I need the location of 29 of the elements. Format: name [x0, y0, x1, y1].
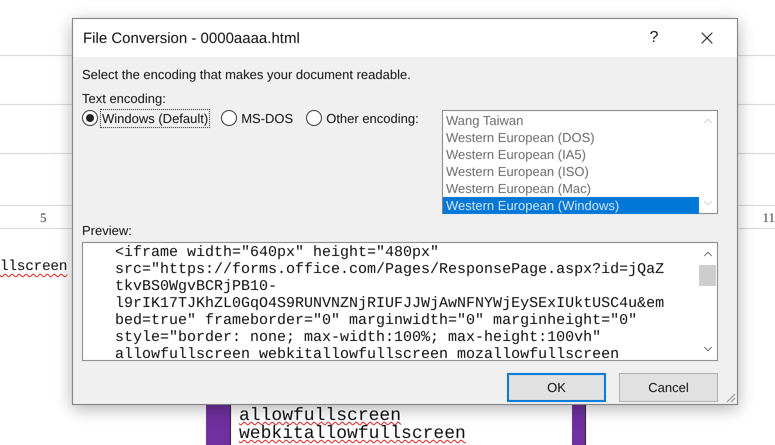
- document-text: webkitallowfullscreen: [239, 425, 466, 443]
- encoding-label: Text encoding:: [82, 90, 166, 108]
- table-cell: [572, 405, 586, 445]
- radio-button[interactable]: [82, 110, 98, 126]
- preview-line: l9rIK17TJKhZL0GqO4S9RUNVNZNjRIUFJJWjAwNFNYWjEySExIUktUSC4u&em: [115, 295, 666, 312]
- window-title: File Conversion - 0000aaaa.html: [83, 30, 301, 46]
- help-button[interactable]: ?: [631, 19, 677, 57]
- radio-label[interactable]: Other encoding:: [325, 110, 420, 127]
- document-text: allowfullscreen: [239, 407, 402, 425]
- resize-grip-icon[interactable]: [725, 392, 736, 403]
- radio-label[interactable]: MS-DOS: [240, 110, 294, 127]
- radio-button[interactable]: [221, 110, 238, 126]
- preview-line: style="border: none; max-width:100%; max-height:100vh": [115, 329, 602, 346]
- instruction-text: Select the encoding that makes your document readable.: [82, 66, 411, 84]
- radio-button[interactable]: [306, 110, 322, 126]
- preview-line: bed=true" frameborder="0" marginwidth="0" marginheight="0": [115, 312, 638, 330]
- preview-line: tkvBS0WgvBCRjPB10-: [115, 278, 278, 296]
- preview-line: allowfullscreen webkitallowfullscreen mozallowfullscreen: [115, 346, 620, 360]
- ruler-number: 11: [762, 210, 775, 226]
- preview-line: src="https://forms.office.com/Pages/ResponsePage.aspx?id=jQaZ: [115, 261, 666, 278]
- dialog-button[interactable]: Cancel: [619, 373, 718, 402]
- preview-line: <iframe width="640px" height="480px": [115, 244, 440, 262]
- ruler-number: 5: [40, 210, 46, 226]
- table-cell: [206, 405, 231, 445]
- preview-label: Preview:: [82, 223, 132, 240]
- document-text: llscreen: [0, 259, 68, 275]
- radio-label[interactable]: Windows (Default): [101, 110, 210, 127]
- dialog-button[interactable]: OK: [507, 373, 606, 402]
- scroll-thumb[interactable]: [699, 265, 716, 286]
